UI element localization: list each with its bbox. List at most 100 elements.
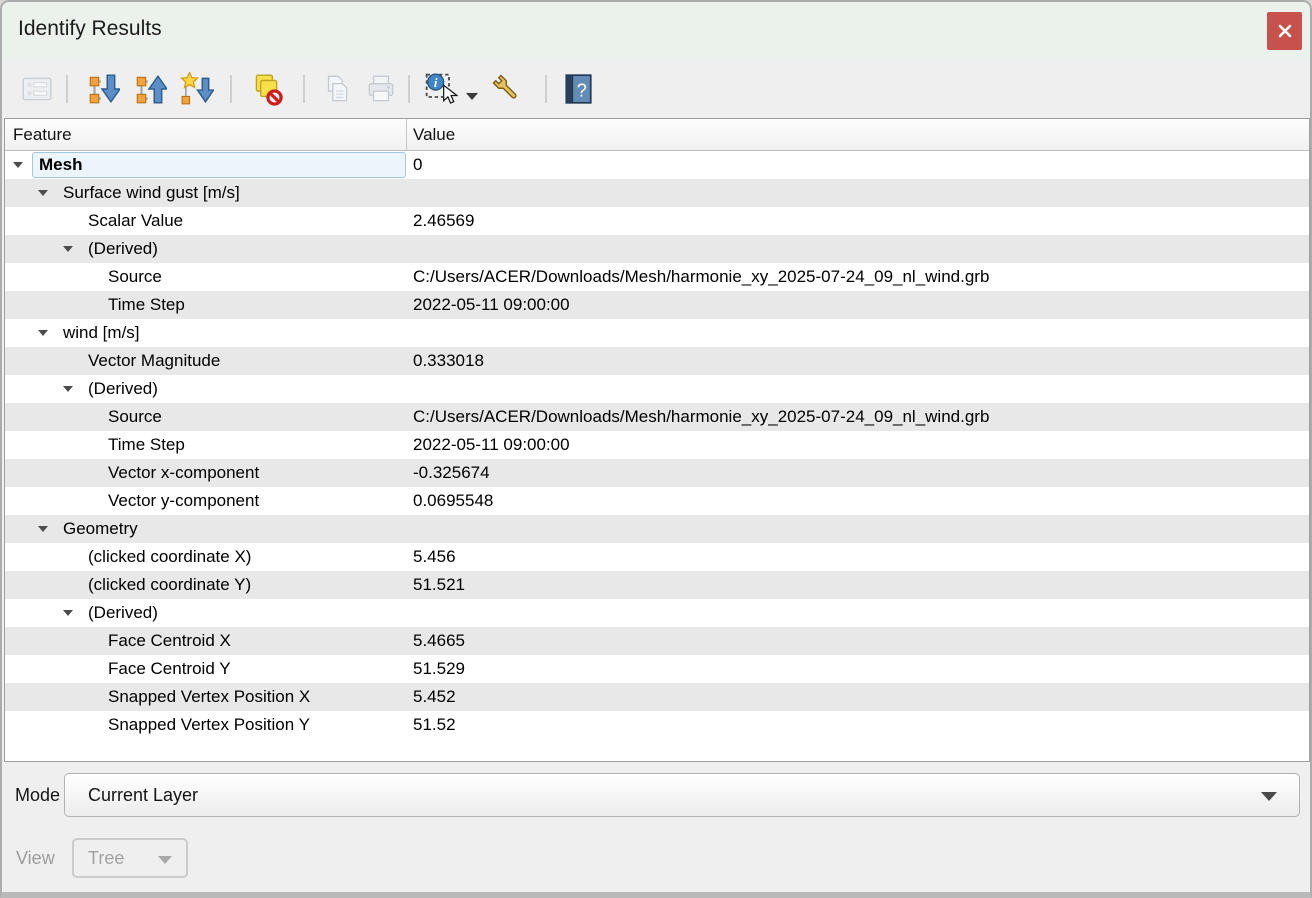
value-cell: 51.529 — [413, 655, 465, 683]
form-view-icon — [20, 72, 54, 106]
toolbar-separator — [303, 75, 305, 103]
copy-icon — [319, 72, 353, 106]
column-header-feature[interactable]: Feature — [13, 119, 72, 150]
svg-text:i: i — [434, 76, 438, 90]
identify-settings-button[interactable] — [489, 70, 527, 108]
tree-row[interactable]: (Derived) — [5, 235, 1309, 263]
identify-results-dialog: Identify Results — [0, 0, 1312, 898]
expand-tree-icon — [86, 72, 120, 106]
tree-row[interactable]: Vector Magnitude0.333018 — [5, 347, 1309, 375]
mode-label: Mode — [15, 773, 60, 817]
value-cell: 51.52 — [413, 711, 456, 739]
value-cell: 5.4665 — [413, 627, 465, 655]
expand-tree-button[interactable] — [85, 70, 123, 108]
tree-row[interactable]: Source C:/Users/ACER/Downloads/Mesh/harmo… — [5, 403, 1309, 431]
tree-row[interactable]: wind [m/s] — [5, 319, 1309, 347]
feature-label: Face Centroid Y — [108, 655, 231, 683]
print-button — [363, 70, 401, 108]
dialog-title: Identify Results — [18, 17, 162, 41]
collapse-tree-button[interactable] — [132, 70, 170, 108]
open-form-button — [19, 70, 57, 108]
value-cell: C:/Users/ACER/Downloads/Mesh/harmonie_xy… — [413, 403, 989, 431]
feature-label: (Derived) — [88, 599, 158, 627]
expand-arrow-icon[interactable] — [63, 610, 73, 616]
feature-label: (clicked coordinate Y) — [88, 571, 251, 599]
collapse-tree-icon — [133, 72, 167, 106]
toolbar-separator — [230, 75, 232, 103]
feature-label: wind [m/s] — [63, 319, 140, 347]
feature-label: Surface wind gust [m/s] — [63, 179, 240, 207]
expand-arrow-icon[interactable] — [63, 386, 73, 392]
value-cell: 0.333018 — [413, 347, 484, 375]
dropdown-arrow-icon — [465, 91, 479, 101]
copy-feature-button — [318, 70, 356, 108]
wrench-icon — [490, 72, 524, 106]
value-cell: 0 — [413, 151, 422, 179]
tree-row[interactable]: (Derived) — [5, 375, 1309, 403]
tree-row[interactable]: Vector x-component -0.325674 — [5, 459, 1309, 487]
column-divider[interactable] — [406, 119, 407, 150]
expand-arrow-icon[interactable] — [63, 246, 73, 252]
feature-label: (Derived) — [88, 375, 158, 403]
tree-row[interactable]: Face Centroid Y 51.529 — [5, 655, 1309, 683]
expand-arrow-icon[interactable] — [38, 330, 48, 336]
feature-label: Mesh — [32, 152, 406, 178]
tree-row[interactable]: SourceC:/Users/ACER/Downloads/Mesh/harmo… — [5, 263, 1309, 291]
mode-select[interactable]: Current Layer — [64, 773, 1300, 817]
tree-row[interactable]: Scalar Value 2.46569 — [5, 207, 1309, 235]
value-cell: -0.325674 — [413, 459, 490, 487]
value-cell: 2022-05-11 09:00:00 — [413, 431, 570, 459]
tree-row[interactable]: Snapped Vertex Position X 5.452 — [5, 683, 1309, 711]
feature-label: Snapped Vertex Position Y — [108, 711, 310, 739]
tree-row[interactable]: (Derived) — [5, 599, 1309, 627]
expand-new-results-button[interactable] — [179, 70, 217, 108]
toolbar: i ? — [2, 58, 1310, 118]
identify-features-button[interactable]: i — [423, 70, 461, 108]
chevron-down-icon — [1261, 792, 1277, 801]
view-select-value: Tree — [88, 840, 124, 877]
tree-row[interactable]: (clicked coordinate Y) 51.521 — [5, 571, 1309, 599]
identify-mode-dropdown-button[interactable] — [464, 70, 484, 108]
feature-label: Source — [108, 403, 162, 431]
tree-rows: Mesh 0 Surface wind gust [m/s]Scalar Value… — [5, 151, 1309, 739]
clear-results-icon — [249, 72, 283, 106]
feature-label: Scalar Value — [88, 207, 183, 235]
feature-label: Vector x-component — [108, 459, 259, 487]
view-select: Tree — [72, 838, 188, 878]
clear-results-button[interactable] — [248, 70, 286, 108]
expand-arrow-icon[interactable] — [38, 190, 48, 196]
help-button[interactable]: ? — [560, 70, 598, 108]
expand-arrow-icon[interactable] — [13, 162, 23, 168]
feature-label: Time Step — [108, 431, 185, 459]
mode-select-value: Current Layer — [88, 774, 198, 816]
expand-new-results-icon — [180, 72, 214, 106]
feature-label: Vector y-component — [108, 487, 259, 515]
tree-row[interactable]: Snapped Vertex Position Y 51.52 — [5, 711, 1309, 739]
results-tree: Feature Value Mesh 0 Surface wind gust [m/… — [4, 118, 1310, 762]
tree-row[interactable]: Vector y-component0.0695548 — [5, 487, 1309, 515]
print-icon — [364, 72, 398, 106]
tree-row[interactable]: Surface wind gust [m/s] — [5, 179, 1309, 207]
tree-row[interactable]: Time Step2022-05-11 09:00:00 — [5, 291, 1309, 319]
feature-label: Source — [108, 263, 162, 291]
feature-label: Face Centroid X — [108, 627, 231, 655]
value-cell: 5.456 — [413, 543, 456, 571]
tree-row[interactable]: Face Centroid X 5.4665 — [5, 627, 1309, 655]
identify-features-icon: i — [424, 72, 458, 106]
value-cell: 2.46569 — [413, 207, 474, 235]
feature-label: Snapped Vertex Position X — [108, 683, 310, 711]
tree-row[interactable]: Mesh 0 — [5, 151, 1309, 179]
feature-label: (Derived) — [88, 235, 158, 263]
value-cell: 5.452 — [413, 683, 456, 711]
tree-row[interactable]: Geometry — [5, 515, 1309, 543]
tree-header: Feature Value — [5, 119, 1309, 151]
view-label: View — [16, 838, 55, 878]
expand-arrow-icon[interactable] — [38, 526, 48, 532]
tree-row[interactable]: (clicked coordinate X)5.456 — [5, 543, 1309, 571]
svg-text:?: ? — [577, 80, 587, 100]
value-cell: 2022-05-11 09:00:00 — [413, 291, 570, 319]
value-cell: 51.521 — [413, 571, 465, 599]
column-header-value[interactable]: Value — [413, 119, 455, 150]
tree-row[interactable]: Time Step 2022-05-11 09:00:00 — [5, 431, 1309, 459]
close-button[interactable] — [1267, 12, 1302, 50]
